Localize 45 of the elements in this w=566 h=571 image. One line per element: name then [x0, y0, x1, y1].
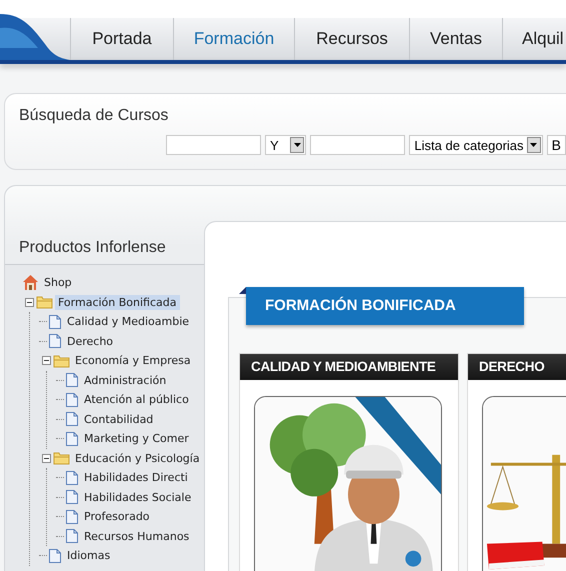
page-icon: [65, 411, 79, 428]
dropdown[interactable]: Lista de categorias: [409, 135, 543, 155]
tree-item[interactable]: Atención al público: [81, 392, 192, 408]
collapse-icon[interactable]: [42, 356, 51, 366]
tree-item[interactable]: Contabilidad: [81, 412, 156, 427]
tree-item[interactable]: Calidad y Medioambie: [64, 314, 192, 330]
card-title: CALIDAD Y MEDIOAMBIENTE: [240, 354, 458, 380]
page-icon: [65, 470, 79, 486]
tree-item[interactable]: Formación Bonificada: [55, 294, 180, 310]
tree-item[interactable]: Derecho: [64, 334, 116, 349]
page-icon: [65, 430, 79, 447]
page-icon: [48, 548, 62, 564]
category-banner: FORMACIÓN BONIFICADA: [246, 287, 524, 325]
text-field[interactable]: [310, 135, 406, 155]
page-icon: [65, 392, 79, 408]
tree-item[interactable]: Idiomas: [64, 548, 114, 564]
collapse-icon[interactable]: [42, 454, 51, 463]
collapse-icon[interactable]: [25, 298, 34, 307]
page-icon: [65, 528, 79, 544]
card-title: DERECHO: [468, 354, 566, 380]
header-wave-drawing: [0, 14, 70, 60]
tree-item[interactable]: Habilidades Directi: [81, 470, 191, 486]
page-icon: [48, 314, 62, 330]
folder-icon: [53, 451, 70, 466]
page-icon: [65, 489, 79, 506]
tree-item[interactable]: Administración: [81, 372, 170, 388]
folder-icon: [36, 295, 53, 310]
product-card[interactable]: CALIDAD Y MEDIOAMBIENTE: [239, 353, 459, 571]
search-button[interactable]: B: [546, 135, 566, 155]
search-title: Búsqueda de Cursos: [19, 107, 170, 126]
tree-item[interactable]: Recursos Humanos: [81, 528, 192, 544]
tree-item[interactable]: Marketing y Comer: [81, 431, 192, 446]
house-icon: [22, 274, 39, 292]
tree-item[interactable]: Educación y Psicología: [72, 450, 203, 466]
dropdown[interactable]: Y: [265, 135, 306, 155]
page-icon: [48, 333, 62, 350]
tree-item[interactable]: Profesorado: [81, 509, 153, 524]
folder-icon: [53, 354, 70, 368]
tree-item[interactable]: Shop: [41, 275, 75, 290]
text-field[interactable]: [166, 135, 261, 155]
page-icon: [65, 372, 79, 388]
page-icon: [65, 508, 79, 525]
tree-item[interactable]: Economía y Empresa: [72, 353, 194, 368]
tree-item[interactable]: Habilidades Sociale: [81, 490, 194, 505]
product-card[interactable]: DERECHO: [467, 353, 566, 571]
